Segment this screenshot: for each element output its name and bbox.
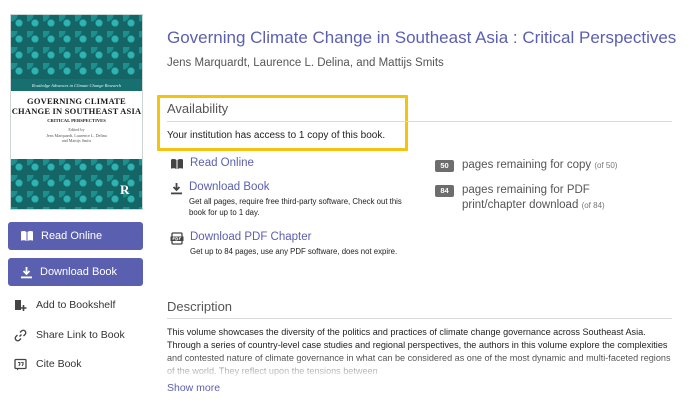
pdf-pages-badge: 84 xyxy=(435,185,454,197)
bookshelf-add-icon xyxy=(15,299,27,311)
copy-pages-text: pages remaining for copy xyxy=(462,159,592,171)
pdf-pages-text-line2: print/chapter download xyxy=(462,199,579,211)
download-pdf-option: Download PDF Chapter Get up to 84 pages,… xyxy=(170,231,405,257)
share-link-to-book[interactable]: Share Link to Book xyxy=(14,327,125,343)
download-pdf-link[interactable]: Download PDF Chapter xyxy=(190,231,405,243)
description-heading: Description xyxy=(167,299,233,314)
description-fade xyxy=(167,352,677,380)
download-book-button[interactable]: Download Book xyxy=(8,258,143,286)
publisher-logo: R xyxy=(120,182,130,197)
description-divider xyxy=(167,318,672,319)
read-online-option: Read Online xyxy=(170,157,254,170)
download-book-description: Get all pages, require free third-party … xyxy=(189,197,402,217)
availability-divider xyxy=(167,121,672,122)
cover-subtitle: CRITICAL PERSPECTIVES xyxy=(47,118,106,123)
pdf-pages-text-line1: pages remaining for PDF xyxy=(462,184,590,196)
pdf-pages-remaining: 84 pages remaining for PDF print/chapter… xyxy=(435,183,605,213)
cover-title: GOVERNING CLIMATE CHANGE IN SOUTHEAST AS… xyxy=(11,96,142,116)
pdf-pages-total: (of 84) xyxy=(581,201,605,210)
pdf-icon xyxy=(170,232,184,245)
open-book-icon xyxy=(171,159,183,169)
read-online-button[interactable]: Read Online xyxy=(8,222,143,250)
download-pdf-description: Get up to 84 pages, use any PDF software… xyxy=(190,247,398,256)
download-book-button-label: Download Book xyxy=(40,266,118,278)
copy-pages-remaining: 50 pages remaining for copy (of 50) xyxy=(435,158,617,173)
cover-pattern-top xyxy=(11,15,142,79)
cover-title-panel: GOVERNING CLIMATE CHANGE IN SOUTHEAST AS… xyxy=(11,91,142,161)
book-title: Governing Climate Change in Southeast As… xyxy=(167,28,677,47)
book-cover: Routledge Advances in Climate Change Res… xyxy=(10,14,143,210)
cover-series: Routledge Advances in Climate Change Res… xyxy=(31,83,122,88)
download-icon xyxy=(21,266,32,278)
download-book-link[interactable]: Download Book xyxy=(189,181,404,193)
show-more-link[interactable]: Show more xyxy=(167,382,220,394)
download-book-option: Download Book Get all pages, require fre… xyxy=(170,181,404,218)
add-to-bookshelf-link[interactable]: Add to Bookshelf xyxy=(14,297,115,313)
cite-book-link[interactable]: Cite Book xyxy=(14,356,82,372)
availability-heading: Availability xyxy=(167,101,229,116)
open-book-icon xyxy=(21,231,33,241)
quote-icon xyxy=(14,358,27,370)
cover-editors: Edited by Jens Marquardt, Laurence L. De… xyxy=(46,127,107,143)
download-icon xyxy=(171,183,182,195)
availability-text: Your institution has access to 1 copy of… xyxy=(167,130,386,141)
read-online-link[interactable]: Read Online xyxy=(190,157,254,169)
cite-book-label: Cite Book xyxy=(36,358,82,370)
copy-pages-badge: 50 xyxy=(435,160,454,172)
add-to-bookshelf-label: Add to Bookshelf xyxy=(36,299,116,311)
link-icon xyxy=(14,329,27,341)
read-online-button-label: Read Online xyxy=(41,230,103,242)
share-link-label: Share Link to Book xyxy=(36,329,125,341)
book-authors: Jens Marquardt, Laurence L. Delina, and … xyxy=(167,57,444,69)
copy-pages-total: (of 50) xyxy=(594,161,618,170)
